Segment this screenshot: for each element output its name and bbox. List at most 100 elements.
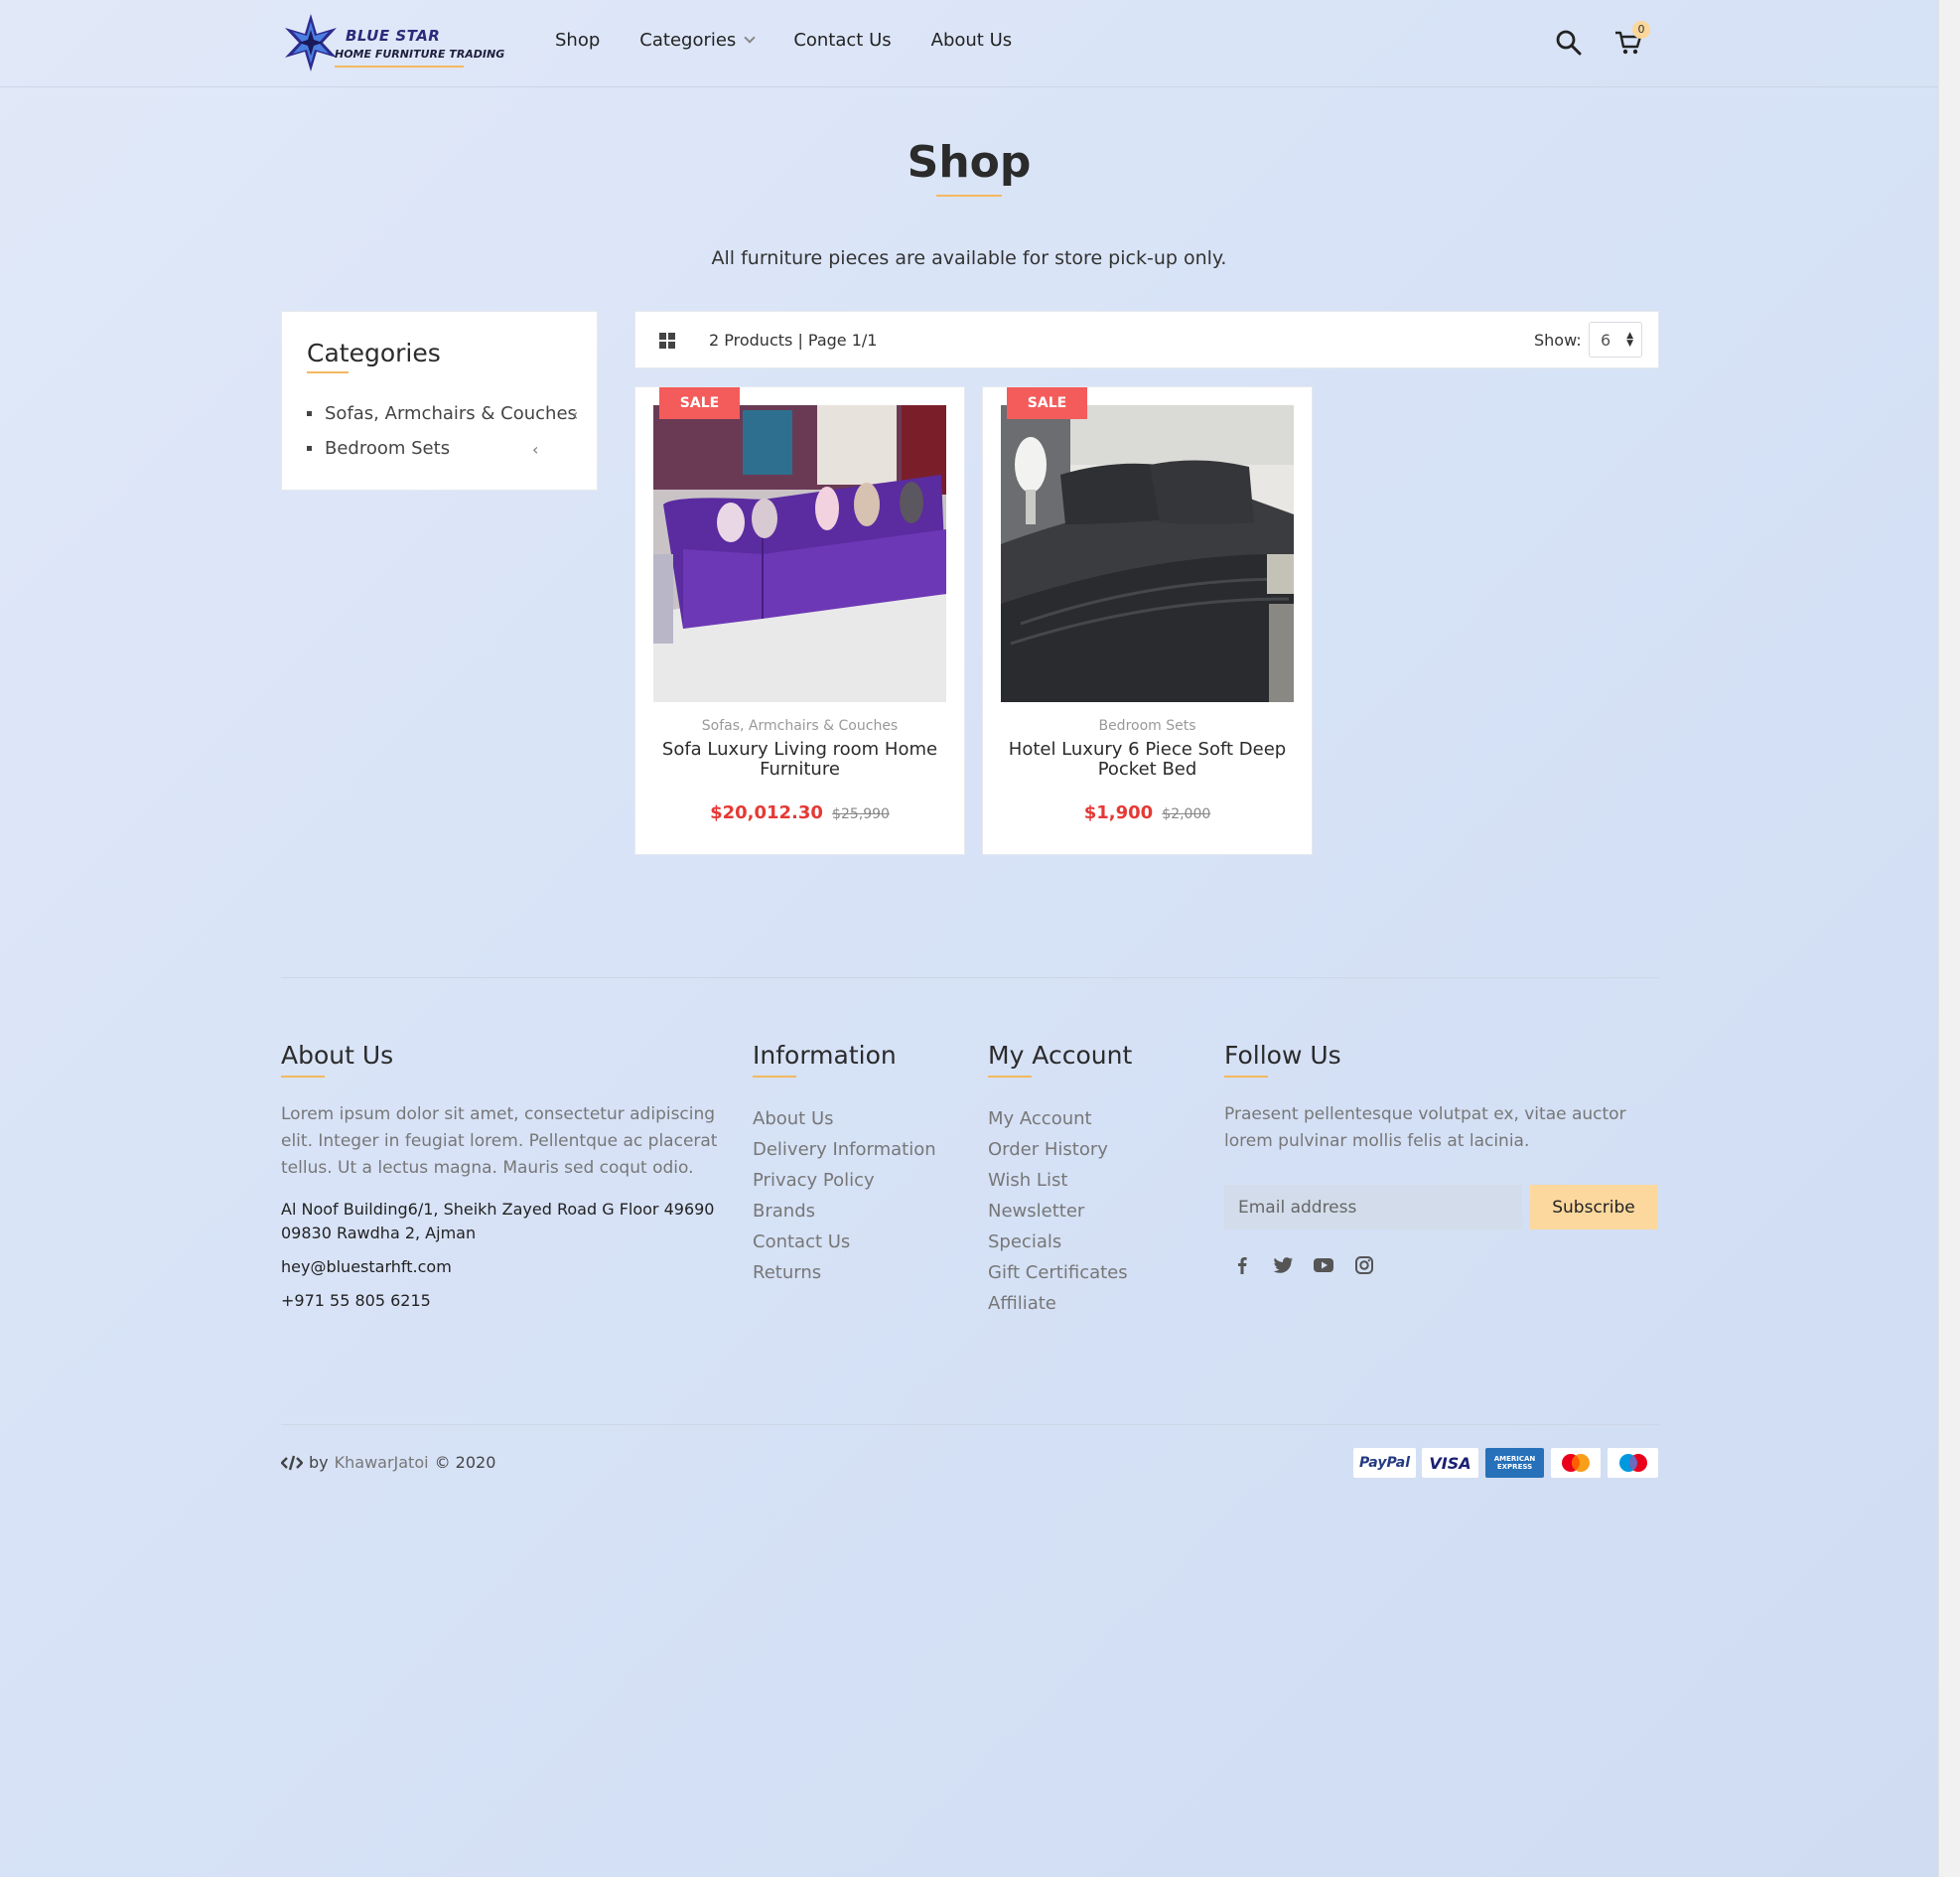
product-image[interactable] [1001,405,1294,702]
chevron-down-icon [744,32,756,44]
nav-contact-label: Contact Us [793,30,892,51]
sidebar-title-underline [307,371,349,373]
code-icon [281,1455,303,1470]
sale-badge: SALE [1007,387,1087,419]
chevron-left-icon[interactable]: ‹ [572,405,578,424]
search-icon [1556,30,1582,56]
page-title: Shop [907,137,1032,188]
product-category[interactable]: Bedroom Sets [983,718,1312,734]
old-price: $25,990 [832,806,890,822]
per-page-select[interactable]: 6 ▲ ▼ [1589,322,1642,358]
nav-contact[interactable]: Contact Us [793,30,891,51]
visa-label: VISA [1429,1453,1471,1473]
product-image[interactable] [653,405,946,702]
per-page-value: 6 [1601,331,1611,350]
instagram-link[interactable] [1352,1253,1376,1277]
search-button[interactable] [1554,28,1584,58]
twitter-link[interactable] [1271,1253,1295,1277]
footer-information-title: Information [753,1041,897,1070]
brand-logo[interactable]: BLUE STAR HOME FURNITURE TRADING [281,12,504,73]
nav-about[interactable]: About Us [931,30,1013,51]
bullet-icon [307,446,312,451]
copyright-year: © 2020 [434,1453,496,1472]
title-underline [1224,1076,1268,1078]
current-price: $20,012.30 [710,802,823,823]
cart-count-badge: 0 [1632,21,1650,39]
current-price: $1,900 [1083,802,1154,823]
shop-toolbar: 2 Products | Page 1/1 Show: 6 ▲ ▼ [634,311,1659,368]
nav-shop[interactable]: Shop [555,30,600,51]
sofa-image [653,405,946,702]
category-label: Bedroom Sets [325,438,451,459]
mastercard-logo [1551,1448,1601,1478]
amex-logo: AMERICAN EXPRESS [1485,1448,1544,1478]
brand-tagline: HOME FURNITURE TRADING [335,48,505,61]
paypal-label: PayPal [1358,1455,1411,1471]
footer-account-title: My Account [988,1041,1133,1070]
footer-link[interactable]: Brands [753,1196,971,1227]
title-underline [988,1076,1032,1078]
youtube-link[interactable] [1312,1253,1335,1277]
facebook-link[interactable] [1230,1253,1254,1277]
maestro-icon [1618,1454,1647,1472]
grid-view-icon[interactable] [659,333,675,349]
title-underline [753,1076,796,1078]
product-price: $1,900 $2,000 [983,802,1312,823]
footer-link[interactable]: Order History [988,1134,1206,1165]
page: BLUE STAR HOME FURNITURE TRADING Shop Ca… [0,0,1938,1877]
bed-image [1001,405,1294,702]
youtube-icon [1314,1258,1333,1272]
select-arrows-icon: ▲ ▼ [1626,331,1633,349]
footer-link[interactable]: Privacy Policy [753,1165,971,1196]
copyright-prefix: by [309,1453,329,1472]
footer-link[interactable]: Gift Certificates [988,1257,1206,1288]
brand-underline [335,66,464,68]
nav-categories[interactable]: Categories [639,30,756,51]
copyright-author[interactable]: KhawarJatoi [335,1453,429,1472]
brand-name: BLUE STAR [346,27,441,45]
footer-about: About Us Lorem ipsum dolor sit amet, con… [281,1041,718,1313]
categories-sidebar: Categories Sofas, Armchairs & Couches ‹ … [281,311,598,491]
nav-categories-label: Categories [639,30,737,51]
footer-link[interactable]: My Account [988,1103,1206,1134]
site-header: BLUE STAR HOME FURNITURE TRADING Shop Ca… [0,0,1938,87]
product-category[interactable]: Sofas, Armchairs & Couches [635,718,964,734]
footer-link[interactable]: Wish List [988,1165,1206,1196]
page-subtitle: All furniture pieces are available for s… [711,247,1227,269]
nav-shop-label: Shop [555,30,601,51]
page-scrollbar[interactable] [1938,0,1960,1877]
footer-link[interactable]: Contact Us [753,1227,971,1257]
category-item-bedroom[interactable]: Bedroom Sets [307,438,450,459]
main-nav: Shop Categories Contact Us About Us [555,30,1012,51]
footer-link[interactable]: Affiliate [988,1288,1206,1319]
visa-logo: VISA [1422,1448,1478,1478]
footer-divider [281,977,1659,978]
product-name[interactable]: Sofa Luxury Living room Home Furniture [655,740,944,780]
maestro-logo [1608,1448,1658,1478]
footer-follow-text: Praesent pellentesque volutpat ex, vitae… [1224,1104,1626,1151]
footer-link[interactable]: Newsletter [988,1196,1206,1227]
category-item-sofas[interactable]: Sofas, Armchairs & Couches [307,403,577,424]
footer-link[interactable]: Delivery Information [753,1134,971,1165]
product-price: $20,012.30 $25,990 [635,802,964,823]
product-card[interactable]: SALE Sofas, Armchairs & Couches Sofa Lux… [634,386,965,855]
footer-about-title: About Us [281,1041,394,1070]
product-card[interactable]: SALE Bedroom Sets Hotel Luxury 6 Piece S… [982,386,1313,855]
bullet-icon [307,411,312,416]
footer-about-text: Lorem ipsum dolor sit amet, consectetur … [281,1104,718,1178]
chevron-left-icon[interactable]: ‹ [532,440,538,459]
footer-phone[interactable]: +971 55 805 6215 [281,1289,718,1313]
account-links: My Account Order History Wish List Newsl… [988,1103,1206,1319]
footer-link[interactable]: About Us [753,1103,971,1134]
footer-follow: Follow Us Praesent pellentesque volutpat… [1224,1041,1659,1299]
newsletter-email-input[interactable] [1224,1185,1522,1229]
title-underline [281,1076,325,1078]
product-name[interactable]: Hotel Luxury 6 Piece Soft Deep Pocket Be… [1003,740,1292,780]
copyright: by KhawarJatoi © 2020 [281,1453,495,1472]
footer-link[interactable]: Specials [988,1227,1206,1257]
footer-email[interactable]: hey@bluestarhft.com [281,1255,718,1279]
footer-link[interactable]: Returns [753,1257,971,1288]
paypal-logo: PayPal [1353,1448,1416,1478]
subscribe-button[interactable]: Subscribe [1530,1185,1657,1229]
sidebar-title: Categories [307,339,441,367]
